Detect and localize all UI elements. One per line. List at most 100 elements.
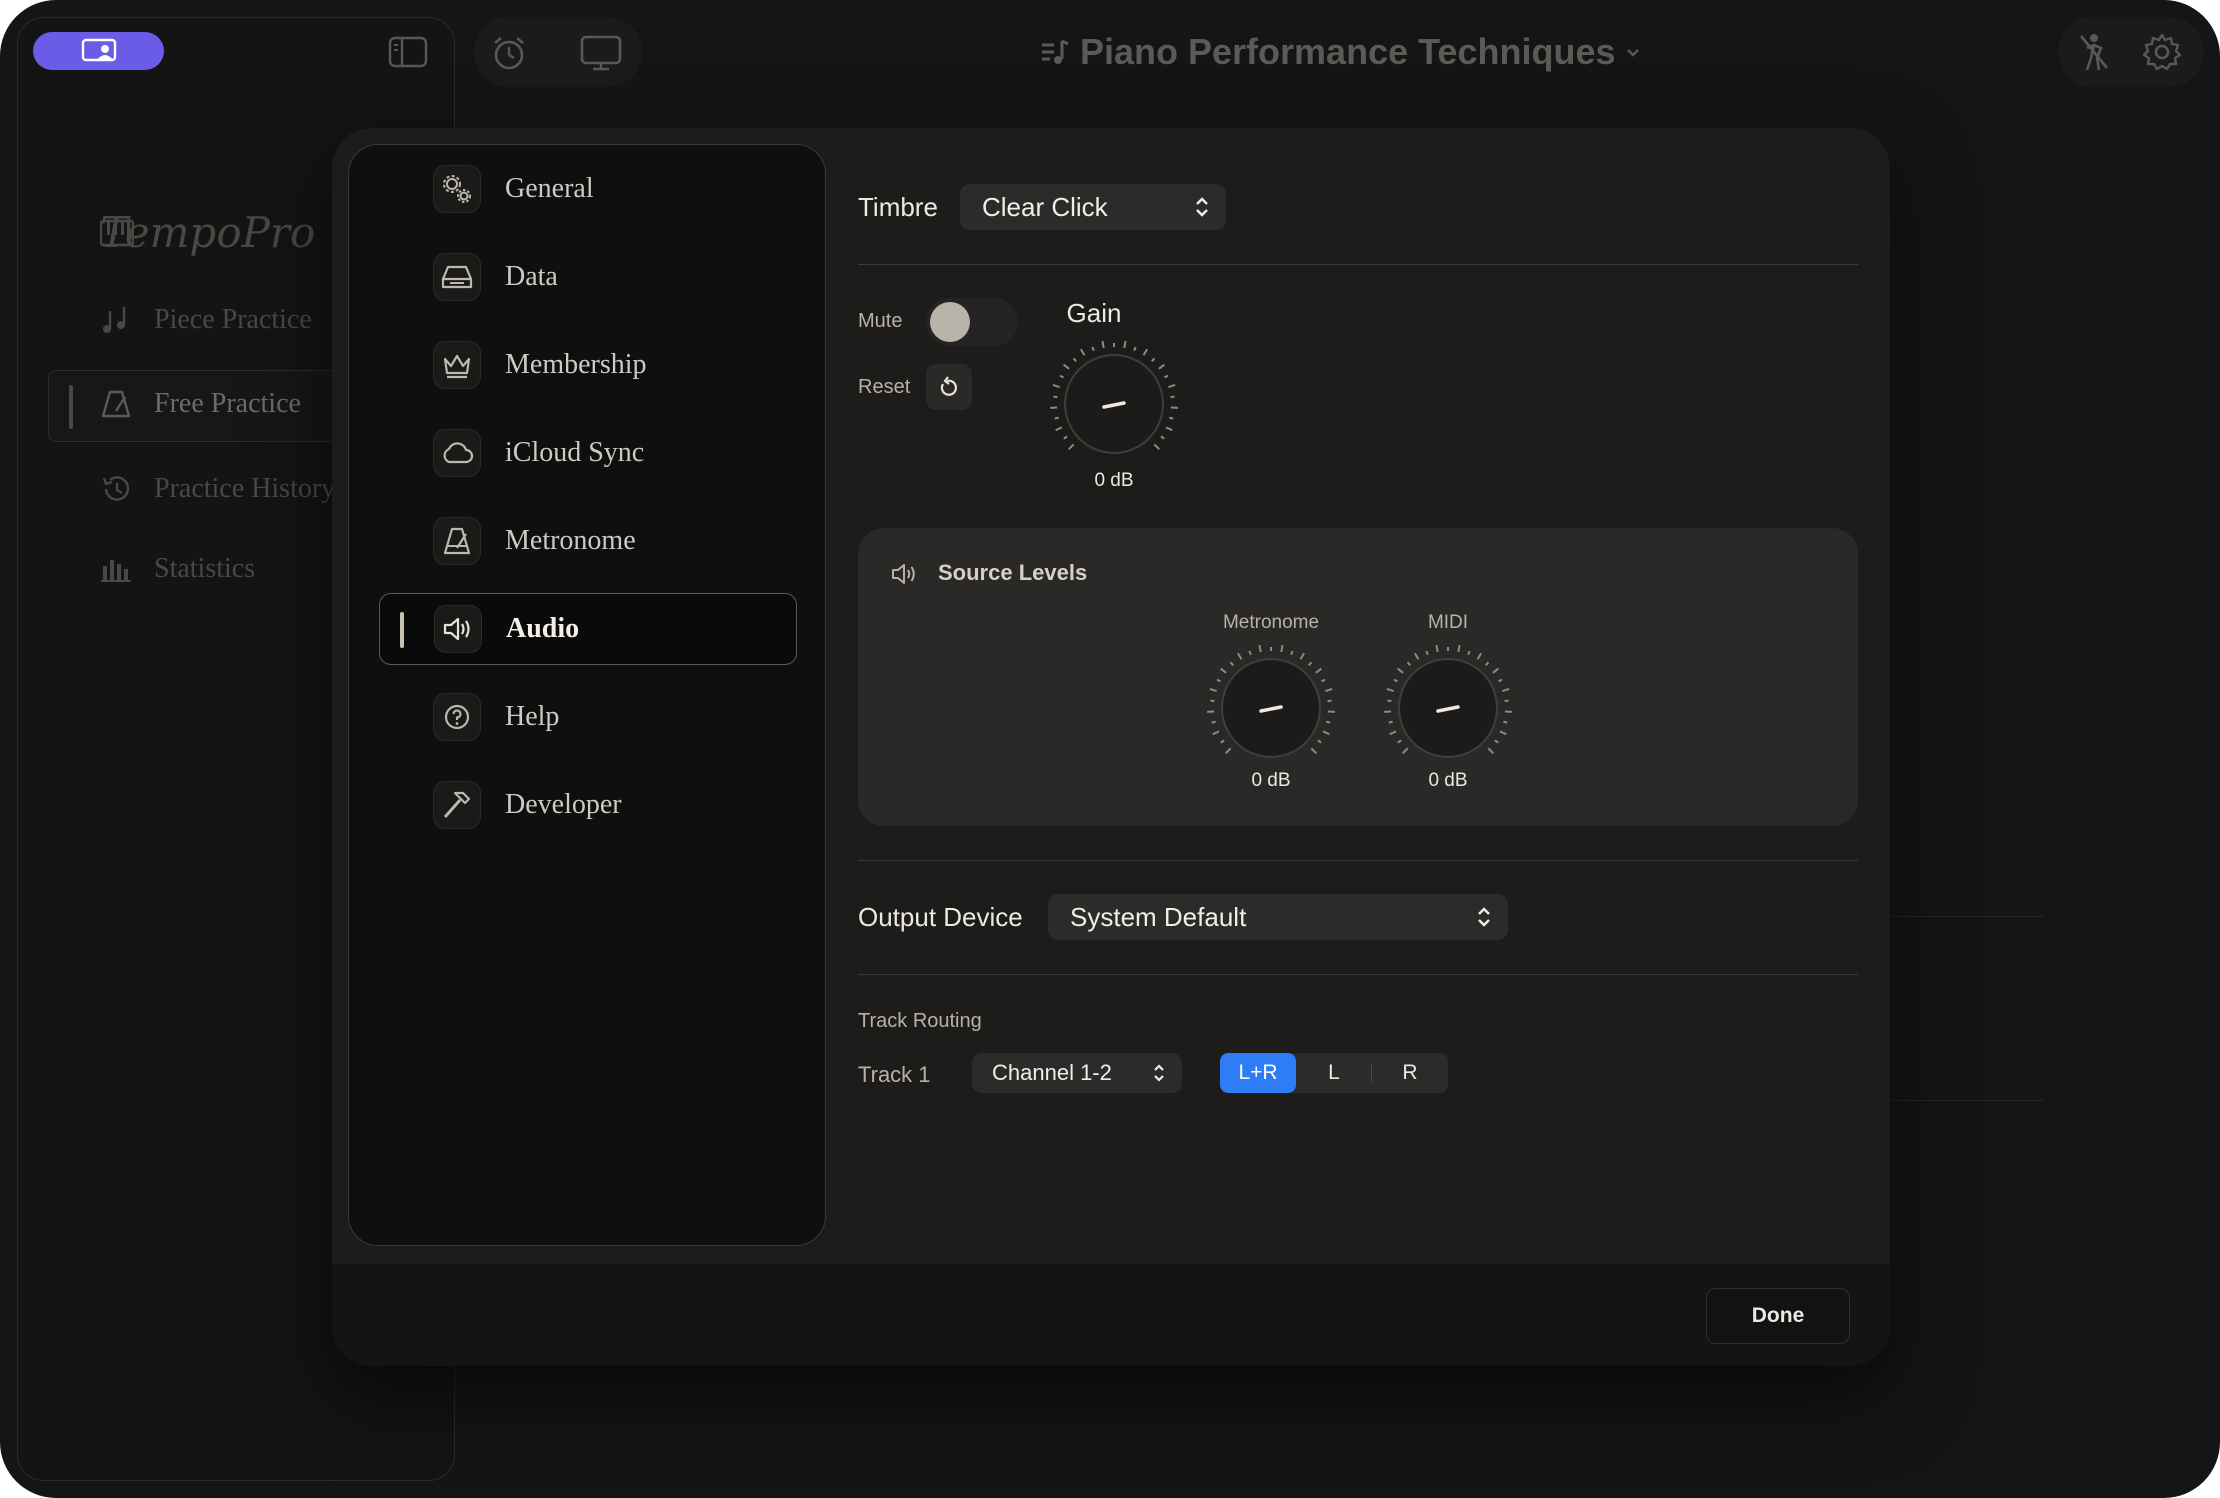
source-levels-card: Source Levels Metronome 0 dB MIDI 0 dB	[858, 528, 1858, 826]
speaker-icon	[892, 564, 915, 584]
knob-tick	[1414, 652, 1420, 660]
knob-tick	[1091, 346, 1095, 352]
up-down-chevron-icon	[1478, 907, 1490, 927]
settings-nav-help[interactable]: Help	[379, 681, 797, 753]
sidebar-item-label: Piece Practice	[154, 304, 312, 335]
timbre-value: Clear Click	[982, 191, 1108, 222]
settings-nav-audio[interactable]: Audio	[379, 593, 797, 665]
sidebar-item-free-practice[interactable]: Free Practice	[100, 384, 301, 424]
gain-value: 0 dB	[1094, 470, 1134, 491]
mute-label: Mute	[858, 310, 903, 332]
alarm-clock-icon[interactable]	[489, 33, 529, 73]
presenter-icon	[81, 38, 116, 62]
knob-tick	[1059, 374, 1064, 379]
knob-tick	[1476, 652, 1482, 660]
settings-nav-membership[interactable]: Membership	[379, 329, 797, 401]
knob-tick	[1209, 688, 1217, 692]
no-gesture-icon[interactable]	[2074, 30, 2114, 74]
timbre-select[interactable]: Clear Click	[960, 184, 1226, 230]
knob-tick	[1406, 661, 1411, 666]
knob-tick	[1258, 644, 1262, 653]
knob-tick	[1160, 435, 1165, 440]
knob-tick	[1248, 650, 1252, 656]
pan-option-label: L	[1328, 1061, 1340, 1084]
modal-footer	[332, 1264, 1890, 1366]
settings-nav: General Data Membership iCloud Sync Metr…	[348, 144, 826, 1246]
knob-tick	[1315, 667, 1322, 674]
knob-tick	[1072, 357, 1077, 362]
settings-nav-icloud-sync[interactable]: iCloud Sync	[379, 417, 797, 489]
gears-icon	[433, 165, 481, 213]
display-icon[interactable]	[578, 33, 624, 73]
nav-label: Data	[505, 261, 558, 292]
pan-option-r[interactable]: R	[1372, 1053, 1448, 1093]
sidebar-item-statistics[interactable]: Statistics	[100, 549, 255, 589]
sidebar-mode-button[interactable]	[33, 32, 164, 70]
knob-tick	[1502, 688, 1510, 692]
pan-segmented-control: L+R L R	[1220, 1053, 1448, 1093]
knob-tick	[1229, 661, 1234, 666]
knob-tick	[1467, 650, 1471, 656]
audio-settings-pane: Timbre Clear Click Mute Reset Gain 0 dB …	[858, 128, 1864, 1264]
knob-tick	[1142, 348, 1148, 356]
knob-tick	[1168, 384, 1176, 388]
done-button[interactable]: Done	[1706, 1288, 1850, 1344]
mute-toggle[interactable]	[926, 298, 1018, 346]
nav-label: iCloud Sync	[505, 437, 645, 468]
pan-option-l[interactable]: L	[1296, 1053, 1372, 1093]
track-label: Track 1	[858, 1062, 931, 1087]
reset-button[interactable]	[926, 364, 972, 410]
up-down-chevron-icon	[1154, 1064, 1164, 1082]
knob-tick	[1212, 730, 1220, 736]
sidebar-toggle-icon[interactable]	[388, 34, 428, 70]
knob-tick	[1080, 348, 1086, 356]
output-device-label: Output Device	[858, 902, 1023, 932]
divider	[858, 264, 1858, 265]
settings-nav-general[interactable]: General	[379, 153, 797, 225]
output-device-value: System Default	[1070, 901, 1247, 932]
metronome-level-knob[interactable]	[1201, 638, 1341, 783]
knob-tick	[1317, 739, 1322, 744]
midi-level-knob[interactable]	[1378, 638, 1518, 783]
metronome-knob-dial	[1207, 644, 1335, 758]
pan-option-label: L+R	[1238, 1061, 1278, 1084]
knob-tick	[1386, 688, 1394, 692]
knob-tick	[1101, 340, 1105, 349]
gain-knob-dial	[1050, 340, 1178, 454]
knob-tick	[1425, 650, 1429, 656]
music-notes-icon	[103, 307, 126, 333]
crown-icon	[433, 341, 481, 389]
knob-tick	[1326, 720, 1331, 724]
pan-option-lr[interactable]: L+R	[1220, 1053, 1296, 1093]
sidebar-item-practice-history[interactable]: Practice History	[100, 469, 335, 509]
midi-level-label: MIDI	[1427, 612, 1469, 633]
knob-tick	[1397, 739, 1402, 744]
gain-knob[interactable]	[1044, 334, 1184, 479]
knob-tick	[1494, 739, 1499, 744]
knob-tick	[1054, 416, 1059, 420]
knob-tick	[1308, 661, 1313, 666]
knob-tick	[1123, 340, 1127, 349]
knob-tick	[1499, 730, 1507, 736]
settings-nav-metronome[interactable]: Metronome	[379, 505, 797, 577]
knob-tick	[1322, 730, 1330, 736]
knob-tick	[1487, 747, 1494, 754]
knob-tick	[1457, 644, 1461, 653]
settings-nav-data[interactable]: Data	[379, 241, 797, 313]
knob-tick	[1310, 747, 1317, 754]
knob-tick	[1503, 720, 1508, 724]
knob-tick	[1299, 652, 1305, 660]
settings-nav-developer[interactable]: Developer	[379, 769, 797, 841]
app-window: Piano Performance Techniques TempoPro Pi…	[0, 0, 2220, 1498]
knob-tick	[1435, 644, 1439, 653]
knob-tick	[1485, 661, 1490, 666]
knob-tick	[1211, 720, 1216, 724]
divider	[1890, 1100, 2044, 1101]
knob-tick	[1063, 363, 1070, 370]
sidebar-item-piece-practice[interactable]: Piece Practice	[100, 300, 312, 340]
channel-select[interactable]: Channel 1-2	[972, 1053, 1182, 1093]
output-device-select[interactable]: System Default	[1048, 894, 1508, 940]
gear-icon[interactable]	[2140, 30, 2184, 74]
settings-modal: General Data Membership iCloud Sync Metr…	[332, 128, 1890, 1366]
document-title[interactable]: Piano Performance Techniques	[1040, 22, 1641, 82]
